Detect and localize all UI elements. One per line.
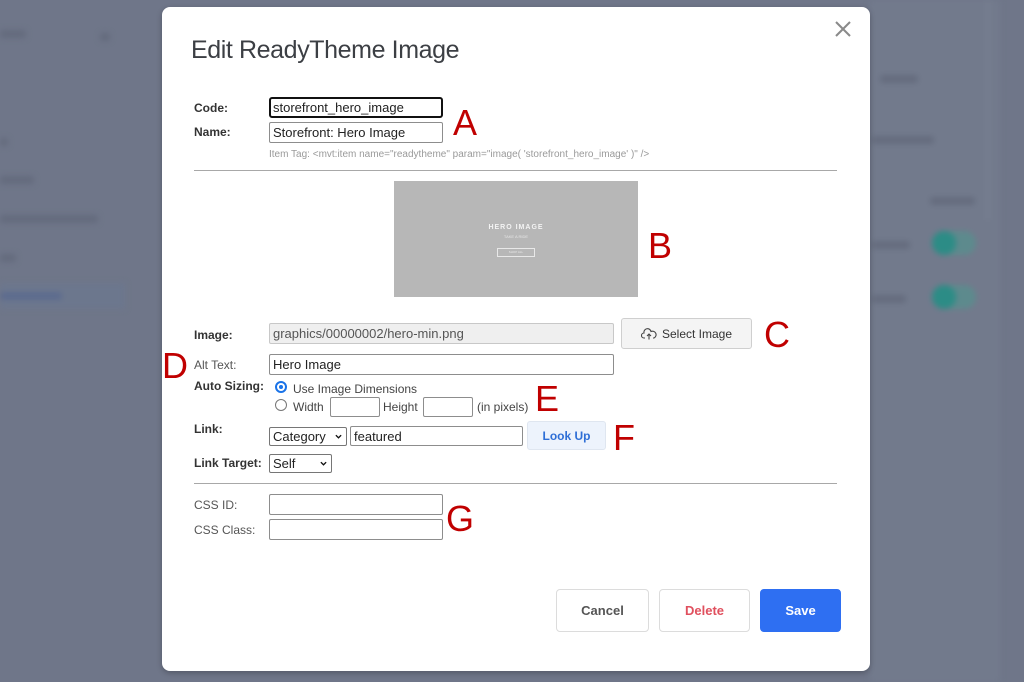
link-type-select[interactable]: Category [269,427,347,446]
bg-divider [987,0,989,220]
width-input[interactable] [330,397,380,417]
css-class-label: CSS Class: [194,523,256,537]
bg-toggle [932,231,976,255]
edit-readytheme-image-modal: Edit ReadyTheme Image Code: Name: Item T… [162,7,870,671]
bg-sidebar-line [0,215,98,223]
name-label: Name: [194,125,231,139]
cancel-button[interactable]: Cancel [556,589,649,632]
bg-sidebar-line [0,292,62,300]
height-label: Height [383,400,418,414]
annotation-f: F [613,417,635,458]
use-image-dimensions-label: Use Image Dimensions [293,382,418,396]
annotation-d: D [162,345,188,386]
select-image-button[interactable]: Select Image [621,318,752,349]
chevron-down-icon [320,461,327,466]
preview-button: SHOP ALL [497,248,535,257]
alt-text-input[interactable] [269,354,614,375]
bg-line [872,136,934,144]
bg-line [872,241,910,249]
width-label: Width [293,400,324,414]
link-target-select[interactable]: Self [269,454,332,473]
use-image-dimensions-radio[interactable] [275,381,287,393]
link-target-value: Self [273,456,296,471]
css-id-input[interactable] [269,494,443,515]
unit-label: (in pixels) [477,400,529,414]
link-type-value: Category [273,429,326,444]
preview-subtitle: TAKE A RIDE [503,234,529,239]
divider [194,170,837,171]
close-button[interactable] [832,18,854,40]
bg-sidebar-line [0,254,16,262]
image-label: Image: [194,328,233,342]
modal-title: Edit ReadyTheme Image [191,36,460,64]
link-value-input[interactable] [350,426,523,446]
height-input[interactable] [423,397,473,417]
annotation-c: C [764,314,790,355]
code-input[interactable] [269,97,443,118]
bg-sidebar-line [0,30,26,38]
bg-toggle-knob [932,285,956,309]
image-path-input [269,323,614,344]
chevron-down-icon [335,434,342,439]
cloud-upload-icon [640,327,657,339]
custom-size-radio[interactable] [275,399,287,411]
annotation-e: E [535,378,560,419]
look-up-button[interactable]: Look Up [527,421,606,450]
item-tag-hint: Item Tag: <mvt:item name="readytheme" pa… [269,149,650,160]
auto-sizing-label: Auto Sizing: [194,379,264,393]
delete-button[interactable]: Delete [659,589,750,632]
close-x-icon [835,21,851,37]
bg-sidebar-line [100,33,110,41]
image-preview: HERO IMAGE TAKE A RIDE SHOP ALL [394,181,638,297]
css-class-input[interactable] [269,519,443,540]
link-label: Link: [194,422,223,436]
alt-text-label: Alt Text: [194,358,237,372]
link-target-label: Link Target: [194,456,262,470]
select-image-label: Select Image [661,326,733,341]
annotation-b: B [648,225,673,266]
bg-line [880,75,918,83]
css-id-label: CSS ID: [194,498,238,512]
bg-toggle-knob [932,231,956,255]
bg-sidebar-line [0,138,8,146]
bg-line [930,197,975,205]
name-input[interactable] [269,122,443,143]
bg-right-panel [870,0,1000,682]
annotation-g: G [446,498,475,539]
bg-line [872,295,906,303]
annotation-a: A [453,102,478,143]
preview-title: HERO IMAGE [488,224,544,231]
save-button[interactable]: Save [760,589,841,632]
bg-sidebar-line [0,176,34,184]
bg-toggle [932,285,976,309]
code-label: Code: [194,101,228,115]
divider [194,483,837,484]
